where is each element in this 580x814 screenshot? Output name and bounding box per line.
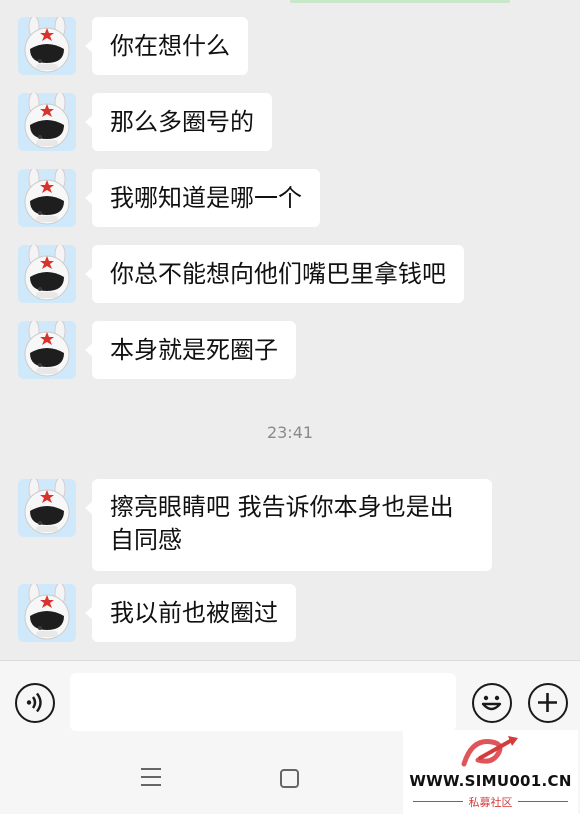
menu-icon[interactable]: [140, 766, 162, 788]
avatar[interactable]: [18, 584, 76, 642]
chat-area[interactable]: 你在想什么 那么多圈号的 我哪知道是哪一个 你总不能想向他们嘴巴里拿钱吧 本身就…: [0, 0, 580, 660]
message-row: 你总不能想向他们嘴巴里拿钱吧: [18, 245, 464, 303]
astronaut-avatar-icon: [18, 93, 76, 151]
voice-icon: [26, 692, 42, 713]
top-divider: [290, 0, 510, 3]
message-row: 你在想什么: [18, 17, 248, 75]
astronaut-avatar-icon: [18, 321, 76, 379]
plus-icon: [538, 693, 557, 712]
more-button[interactable]: [528, 683, 568, 723]
message-row: 那么多圈号的: [18, 93, 272, 151]
avatar[interactable]: [18, 17, 76, 75]
astronaut-avatar-icon: [18, 245, 76, 303]
message-bubble[interactable]: 我以前也被圈过: [85, 584, 296, 642]
astronaut-avatar-icon: [18, 17, 76, 75]
emoji-icon: [481, 695, 502, 711]
emoji-button[interactable]: [472, 683, 512, 723]
message-bubble[interactable]: 那么多圈号的: [85, 93, 272, 151]
simu-logo-icon: [461, 736, 518, 767]
watermark-subtitle: 私募社区: [468, 796, 513, 809]
avatar[interactable]: [18, 169, 76, 227]
avatar[interactable]: [18, 321, 76, 379]
message-row: 我以前也被圈过: [18, 584, 296, 642]
watermark-line-right: [518, 801, 568, 802]
avatar[interactable]: [18, 479, 76, 537]
message-bubble[interactable]: 你总不能想向他们嘴巴里拿钱吧: [85, 245, 464, 303]
home-square-icon[interactable]: [280, 769, 299, 788]
message-bubble[interactable]: 本身就是死圈子: [85, 321, 296, 379]
message-input[interactable]: [70, 673, 456, 731]
message-row: 擦亮眼睛吧 我告诉你本身也是出自同感: [18, 479, 492, 571]
message-bubble[interactable]: 你在想什么: [85, 17, 248, 75]
astronaut-avatar-icon: [18, 169, 76, 227]
voice-button[interactable]: [15, 683, 55, 723]
watermark-url: WWW.SIMU001.CN: [409, 772, 572, 790]
message-bubble[interactable]: 擦亮眼睛吧 我告诉你本身也是出自同感: [85, 479, 492, 571]
timestamp: 23:41: [266, 423, 314, 442]
avatar[interactable]: [18, 245, 76, 303]
astronaut-avatar-icon: [18, 479, 76, 537]
message-row: 我哪知道是哪一个: [18, 169, 320, 227]
message-row: 本身就是死圈子: [18, 321, 296, 379]
astronaut-avatar-icon: [18, 584, 76, 642]
message-bubble[interactable]: 我哪知道是哪一个: [85, 169, 320, 227]
watermark: WWW.SIMU001.CN 私募社区: [403, 730, 578, 814]
avatar[interactable]: [18, 93, 76, 151]
